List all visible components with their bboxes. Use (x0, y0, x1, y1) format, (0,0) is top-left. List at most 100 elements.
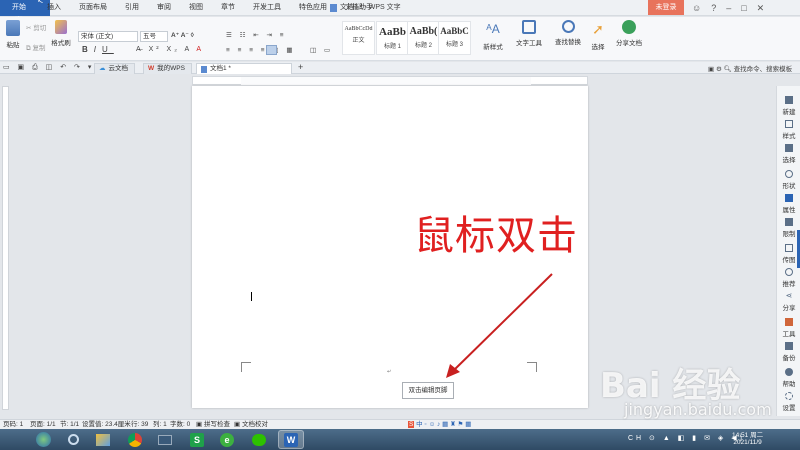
menu-page-layout[interactable]: 页面布局 (70, 0, 116, 16)
find-replace-label: 查找替换 (555, 39, 581, 46)
window-title: 文档1 * - WPS 文字 (330, 0, 401, 16)
new-tab-icon[interactable]: + (298, 62, 303, 72)
find-replace-button[interactable]: 查找替换 (552, 20, 584, 46)
select-button[interactable]: ➚ 选择 (586, 20, 610, 51)
sidebar-label: 属性 (782, 207, 796, 214)
style-label: 标题 1 (383, 44, 401, 50)
quick-access-toolbar[interactable]: ▭ ▣ ⎙ ◫ ↶ ↷ ▾ (3, 63, 94, 72)
shading-buttons[interactable]: ◫ ▭ (310, 46, 333, 54)
sidebar-item-share[interactable]: ⋖ 分享 (777, 292, 800, 313)
status-words: 字数: 0 (170, 421, 191, 428)
taskbar-chrome[interactable] (122, 430, 148, 449)
sidebar-label: 帮助 (782, 381, 796, 388)
close-icon[interactable]: ✕ (757, 3, 765, 14)
align-buttons[interactable]: ≡ ≡ ≡ ≡ ▥ ▦ (226, 46, 295, 54)
justify-active-icon[interactable] (266, 45, 277, 55)
text-tools-button[interactable]: 文字工具 (512, 20, 546, 47)
style-heading-1[interactable]: AaBb 标题 1 (376, 21, 409, 55)
taskbar-wps[interactable]: W (278, 430, 304, 449)
font-style-buttons[interactable]: BIU (82, 45, 114, 54)
edit-footer-tooltip[interactable]: 双击编辑页脚 (402, 382, 454, 399)
s-app-icon: S (190, 432, 204, 447)
taskbar-e-app[interactable]: e (214, 430, 240, 449)
windows-taskbar: S e W CH ⊙ ▲ ◧ ▮ ✉ ◈ ◀) 14:51 周二 2021/11… (0, 429, 800, 450)
cut-button[interactable]: ✂ 剪切 (26, 22, 46, 32)
skin-icon[interactable]: ☺ (692, 3, 701, 13)
taskbar-clock[interactable]: 14:51 周二 2021/11/9 (732, 432, 763, 446)
select-label: 选择 (591, 44, 605, 51)
menu-chapter[interactable]: 章节 (212, 0, 244, 16)
style-heading-3[interactable]: AaBbC 标题 3 (438, 21, 471, 55)
format-painter-button[interactable]: 格式刷 (50, 20, 72, 47)
style-label: 标题 2 (414, 43, 432, 49)
menu-dev-tools[interactable]: 开发工具 (244, 0, 290, 16)
style-normal[interactable]: AaBbCcDd 正文 (342, 21, 375, 55)
brush-icon (55, 20, 67, 34)
sidebar-label: 设置 (782, 405, 796, 412)
doc-proof-toggle[interactable]: ▣ 文档校对 (234, 420, 268, 429)
sidebar-item-new[interactable]: 新建 (777, 96, 800, 116)
share-doc-label: 分享文档 (616, 40, 642, 47)
start-button[interactable] (30, 430, 56, 449)
sidebar-item-select[interactable]: 选择 (777, 144, 800, 164)
style-heading-2[interactable]: AaBb( 标题 2 (407, 21, 440, 55)
image-icon (785, 244, 793, 252)
tab-document1[interactable]: 文档1 * (196, 63, 292, 74)
status-bar: 页码: 1 页面: 1/1 节: 1/1 设置值: 23.4厘米 行: 39 列… (0, 419, 800, 429)
menu-reference[interactable]: 引用 (116, 0, 148, 16)
paste-button[interactable]: 粘贴 (2, 20, 24, 49)
system-tray[interactable]: CH ⊙ ▲ ◧ ▮ ✉ ◈ ◀) (628, 434, 745, 442)
menu-review[interactable]: 审阅 (148, 0, 180, 16)
taskbar-paint[interactable] (90, 430, 116, 449)
italic-icon[interactable]: I (94, 45, 102, 54)
footer-anchor-icon: ↵ (387, 369, 392, 375)
ime-toolbar[interactable]: S 中 ◦ ☺ ♪ ▦ ♜ ⚑ ▦ (408, 420, 471, 429)
font-color-buttons[interactable]: A̶ X² X₂ A A (136, 46, 204, 53)
tab-cloud-docs[interactable]: ☁ 云文档 (94, 63, 135, 74)
font-size-select[interactable]: 五号 (140, 31, 168, 42)
sidebar-item-shape[interactable]: 形状 (777, 170, 800, 190)
taskbar-media[interactable] (152, 430, 178, 449)
list-buttons[interactable]: ☰ ☷ ⇤ ⇥ ≡ (226, 31, 287, 39)
tab-my-wps[interactable]: W 我的WPS (143, 63, 192, 74)
cloud-icon: ☁ (99, 65, 106, 72)
backup-icon (785, 342, 793, 350)
font-color-icon[interactable]: A (196, 46, 204, 53)
minimize-icon[interactable]: – (726, 3, 731, 13)
login-button[interactable]: 未登录 (648, 0, 684, 15)
sidebar-label: 形状 (782, 183, 796, 190)
doc-proof-label: 文档校对 (241, 421, 268, 428)
search-commands[interactable]: ▣ ⚙ 🔍︎ 查找命令、搜索模板 (708, 63, 792, 73)
menu-view[interactable]: 视图 (180, 0, 212, 16)
cut-label: 剪切 (33, 25, 47, 32)
document-icon (330, 4, 337, 12)
sogou-ime-icon: S (408, 421, 415, 428)
style-sample: AaBbC (440, 26, 469, 36)
grow-font-icon[interactable]: A⁺ A⁻ ◊ (171, 31, 194, 39)
underline-icon[interactable]: U (102, 45, 114, 54)
spell-check-toggle[interactable]: ▣ 拼写检查 (196, 420, 230, 429)
help-icon (785, 368, 793, 376)
taskbar-wechat[interactable] (246, 430, 272, 449)
menu-start[interactable]: 开始 (0, 0, 38, 16)
search-commands-label: 查找命令、搜索模板 (733, 66, 793, 73)
sidebar-item-tools[interactable]: 工具 (777, 318, 800, 338)
menu-insert[interactable]: 插入 (38, 0, 70, 16)
new-style-button[interactable]: ᴬA 新样式 (478, 20, 508, 51)
maximize-icon[interactable]: □ (741, 3, 746, 13)
magnifier-icon (67, 434, 79, 445)
bold-icon[interactable]: B (82, 45, 94, 54)
sidebar-item-backup[interactable]: 备份 (777, 342, 800, 362)
font-family-select[interactable]: 宋体 (正文) (78, 31, 138, 42)
share-doc-button[interactable]: 分享文档 (614, 20, 644, 47)
select-icon (785, 144, 793, 152)
sidebar-item-style[interactable]: 样式 (777, 120, 800, 140)
taskbar-search[interactable] (60, 430, 86, 449)
taskbar-s-app[interactable]: S (184, 430, 210, 449)
sidebar-item-settings[interactable]: 设置 (777, 392, 800, 412)
sidebar-item-recommend[interactable]: 推荐 (777, 268, 800, 288)
help-icon[interactable]: ? (711, 3, 716, 13)
copy-button[interactable]: ⧉ 复制 (26, 42, 45, 53)
sidebar-item-help[interactable]: 帮助 (777, 368, 800, 388)
sidebar-item-properties[interactable]: 属性 (777, 194, 800, 214)
